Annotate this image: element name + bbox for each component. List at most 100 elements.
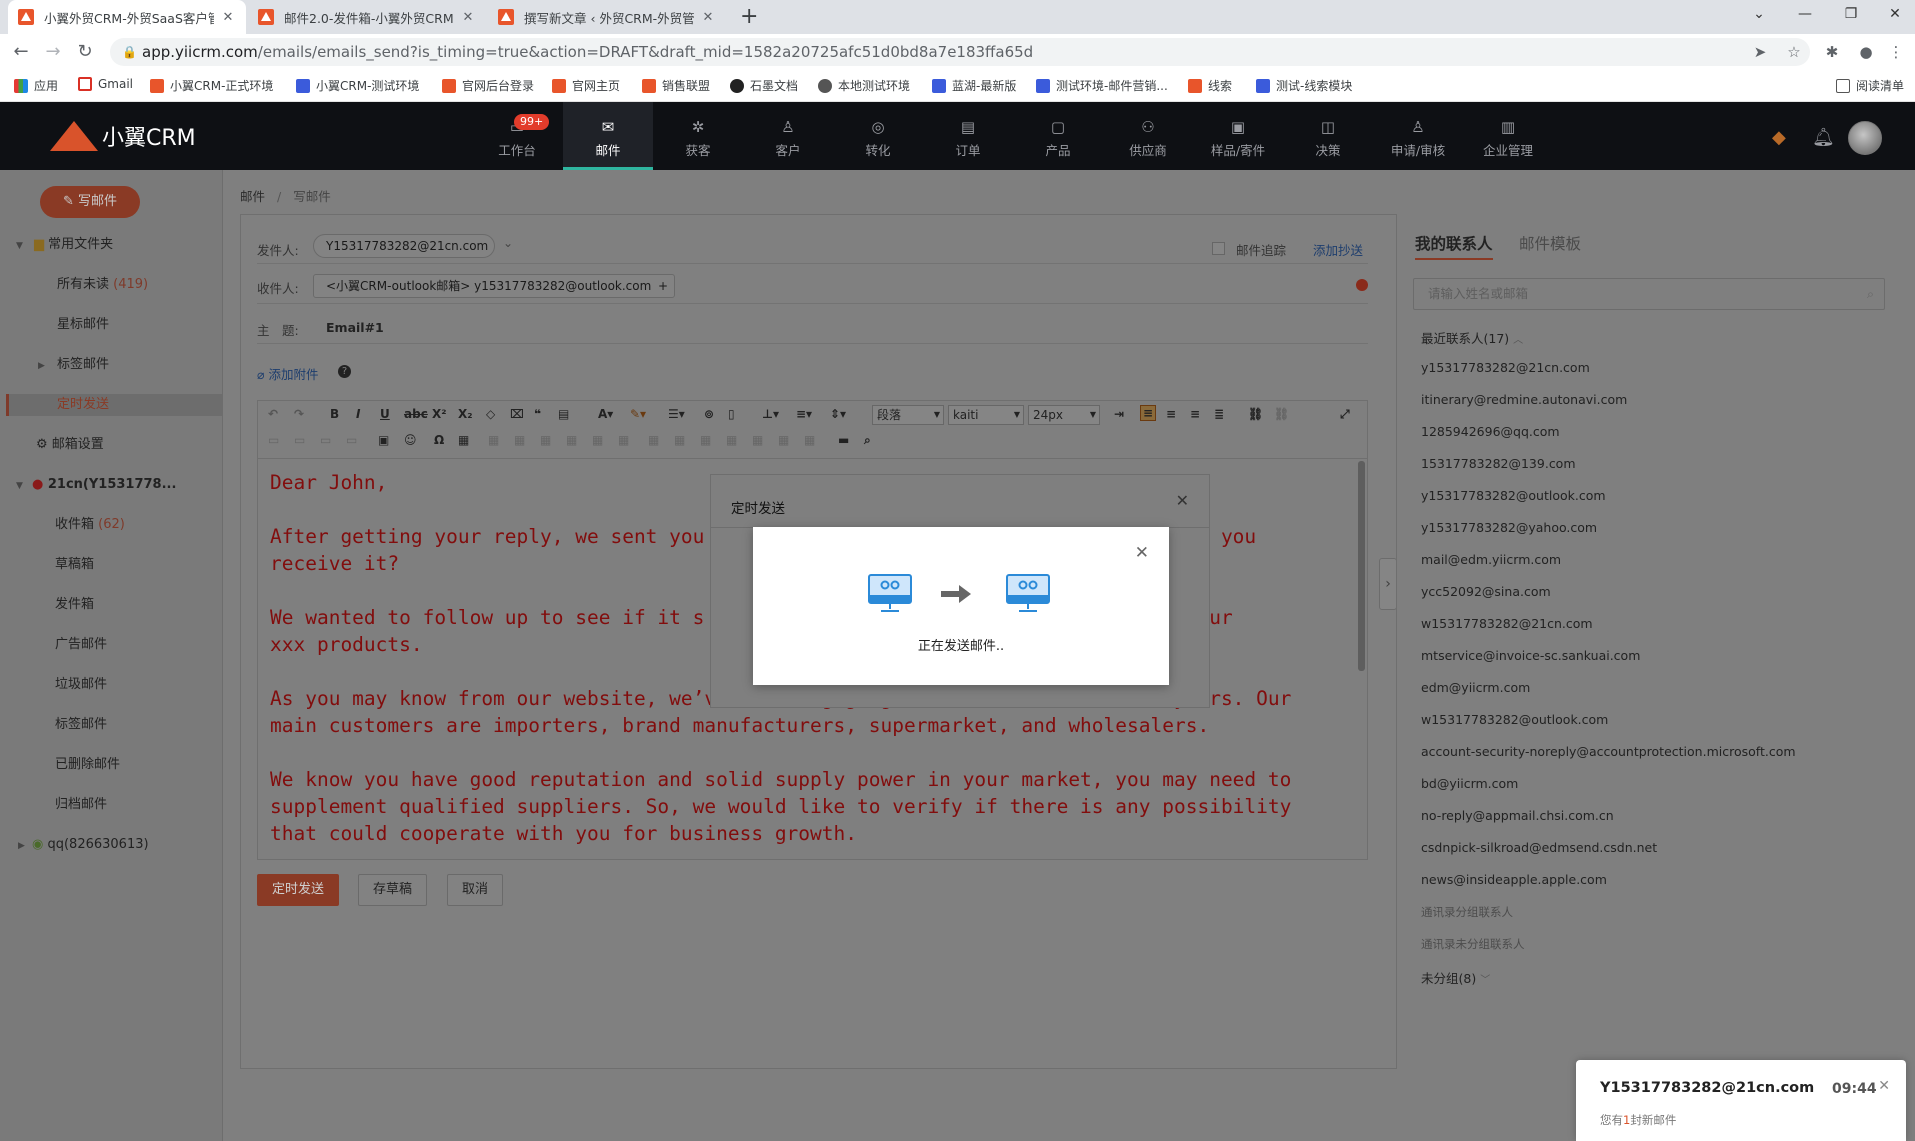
new-tab-icon[interactable]: +	[740, 6, 758, 28]
tab-my-contacts[interactable]: 我的联系人	[1415, 232, 1493, 260]
save-draft-button[interactable]: 存草稿	[358, 874, 428, 906]
paragraph-select[interactable]: 段落 ▼	[872, 405, 944, 425]
recent-contacts-header[interactable]: 最近联系人(17) ︿	[1421, 328, 1523, 347]
contact-search-input[interactable]: 请输入姓名或邮箱 ⌕	[1413, 278, 1885, 310]
table-tool-icon[interactable]: ▦	[592, 433, 603, 447]
superscript-icon[interactable]: X²	[432, 407, 447, 421]
table-tool-icon[interactable]: ▦	[540, 433, 551, 447]
breadcrumb-mail[interactable]: 邮件	[240, 189, 265, 204]
diamond-icon[interactable]: ◆	[1772, 127, 1786, 148]
compose-button[interactable]: ✎ 写邮件	[40, 186, 140, 218]
sidebar-scheduled[interactable]: 定时发送	[6, 394, 223, 416]
contact-item[interactable]: no-reply@appmail.chsi.com.cn	[1421, 808, 1614, 823]
sidebar-account-qq[interactable]: ◉ qq(826630613)	[32, 834, 149, 856]
table-tool-icon[interactable]: ▦	[778, 433, 789, 447]
unassigned-group[interactable]: 未分组(8) ﹀	[1421, 968, 1490, 987]
nav-customer[interactable]: ♙ 客户	[743, 102, 833, 170]
caret-right-icon[interactable]: ▶	[18, 841, 25, 851]
format-painter-icon[interactable]: ⌧	[510, 407, 524, 421]
font-size-select[interactable]: 24px ▼	[1028, 405, 1100, 425]
table-insert-icon[interactable]: ▭	[268, 433, 279, 447]
table-tool-icon[interactable]: ▦	[618, 433, 629, 447]
italic-icon[interactable]: I	[356, 407, 360, 421]
paste-icon[interactable]: ▤	[558, 407, 569, 421]
sidebar-ads[interactable]: 广告邮件	[55, 634, 107, 656]
font-color-icon[interactable]: A▾	[598, 407, 613, 421]
table-icon[interactable]: ▦	[458, 433, 469, 447]
tab-close-icon[interactable]: ✕	[700, 10, 716, 25]
minimize-icon[interactable]: —	[1782, 0, 1828, 30]
strikethrough-icon[interactable]: abc	[404, 407, 428, 421]
bookmark-crm-test[interactable]: 小翼CRM-测试环境	[296, 77, 419, 94]
table-tool-icon[interactable]: ▦	[674, 433, 685, 447]
list-icon[interactable]: ☰▾	[668, 407, 685, 421]
profile-icon[interactable]: ●	[1856, 42, 1876, 62]
bookmark-star-icon[interactable]: ☆	[1784, 42, 1804, 62]
underline-icon[interactable]: U	[380, 407, 390, 421]
table-col-icon[interactable]: ▭	[320, 433, 331, 447]
sidebar-drafts[interactable]: 草稿箱	[55, 554, 94, 576]
url-field[interactable]: 🔒 app.yiicrm.com/emails/emails_send?is_t…	[110, 38, 1810, 66]
chevron-down-icon[interactable]: ⌄	[503, 236, 513, 250]
subject-input[interactable]: Email#1	[326, 320, 384, 335]
nav-decision[interactable]: ◫ 决策	[1283, 102, 1373, 170]
group-grouped-contacts[interactable]: 通讯录分组联系人	[1421, 904, 1513, 920]
close-icon[interactable]: ✕	[1135, 543, 1149, 563]
contact-item[interactable]: itinerary@redmine.autonavi.com	[1421, 392, 1627, 407]
sidebar-starred[interactable]: 星标邮件	[57, 314, 109, 336]
caret-right-icon[interactable]: ▶	[38, 361, 45, 371]
nav-enterprise[interactable]: ▥ 企业管理	[1463, 102, 1553, 170]
close-icon[interactable]: ✕	[1176, 491, 1189, 510]
panel-collapse-handle[interactable]: ›	[1379, 558, 1397, 610]
contact-item[interactable]: y15317783282@yahoo.com	[1421, 520, 1597, 535]
reload-icon[interactable]: ↻	[72, 39, 98, 65]
sidebar-archived[interactable]: 归档邮件	[55, 794, 107, 816]
spacing-icon[interactable]: ⇕▾	[830, 407, 846, 421]
table-tool-icon[interactable]: ▦	[726, 433, 737, 447]
add-cc-link[interactable]: 添加抄送	[1313, 240, 1363, 259]
contact-item[interactable]: edm@yiicrm.com	[1421, 680, 1530, 695]
add-recipient-icon[interactable]: +	[658, 275, 668, 297]
anchor-icon[interactable]: ⊚	[704, 407, 714, 421]
tab-mail-templates[interactable]: 邮件模板	[1519, 232, 1581, 254]
unlink-icon[interactable]: ⛓	[1274, 407, 1289, 421]
window-close-icon[interactable]: ✕	[1872, 0, 1915, 30]
bookmark-shimo[interactable]: 石墨文档	[730, 77, 798, 94]
quote-icon[interactable]: ❝	[534, 407, 541, 421]
fullscreen-icon[interactable]: ⤢	[1340, 407, 1350, 422]
contact-item[interactable]: mail@edm.yiicrm.com	[1421, 552, 1561, 567]
table-tool-icon[interactable]: ▦	[566, 433, 577, 447]
contact-item[interactable]: news@insideapple.apple.com	[1421, 872, 1607, 887]
caret-down-icon[interactable]: ▼	[16, 241, 23, 251]
sidebar-tag-mail[interactable]: 标签邮件	[57, 354, 109, 376]
tab-search-icon[interactable]: ⌄	[1736, 0, 1782, 30]
align-icon[interactable]: ⊥▾	[762, 407, 779, 421]
to-recipient-tag[interactable]: <小翼CRM-outlook邮箱> y15317783282@outlook.c…	[313, 274, 675, 298]
send-to-device-icon[interactable]: ➤	[1750, 42, 1770, 62]
bookmark-test-edm[interactable]: 测试环境-邮件营销...	[1036, 77, 1168, 94]
bookmark-gmail[interactable]: Gmail	[78, 77, 133, 91]
caret-down-icon[interactable]: ▼	[16, 481, 23, 491]
bookmark-lanhu[interactable]: 蓝湖-最新版	[932, 77, 1016, 94]
reading-list[interactable]: 阅读清单	[1836, 77, 1904, 94]
undo-icon[interactable]: ↶	[268, 407, 278, 421]
preview-icon[interactable]: ⌕	[864, 433, 871, 448]
group-ungrouped-contacts[interactable]: 通讯录未分组联系人	[1421, 936, 1525, 952]
bookmark-site-home[interactable]: 官网主页	[552, 77, 620, 94]
sidebar-sent[interactable]: 发件箱	[55, 594, 94, 616]
contact-item[interactable]: account-security-noreply@accountprotecti…	[1421, 744, 1796, 759]
schedule-send-button[interactable]: 定时发送	[257, 874, 340, 906]
contact-item[interactable]: y15317783282@outlook.com	[1421, 488, 1606, 503]
contact-item[interactable]: 15317783282@139.com	[1421, 456, 1576, 471]
table-merge-icon[interactable]: ▭	[346, 433, 357, 447]
user-avatar[interactable]	[1848, 121, 1882, 155]
nav-supplier[interactable]: ⚇ 供应商	[1103, 102, 1193, 170]
contact-item[interactable]: w15317783282@outlook.com	[1421, 712, 1608, 727]
bookmark-sales-alliance[interactable]: 销售联盟	[642, 77, 710, 94]
nav-order[interactable]: ▤ 订单	[923, 102, 1013, 170]
sidebar-mail-settings[interactable]: ⚙ 邮箱设置	[36, 434, 104, 456]
redo-icon[interactable]: ↷	[294, 407, 304, 421]
line-height-icon[interactable]: ≡▾	[796, 407, 812, 421]
tab-close-icon[interactable]: ✕	[220, 10, 236, 25]
table-tool-icon[interactable]: ▦	[700, 433, 711, 447]
